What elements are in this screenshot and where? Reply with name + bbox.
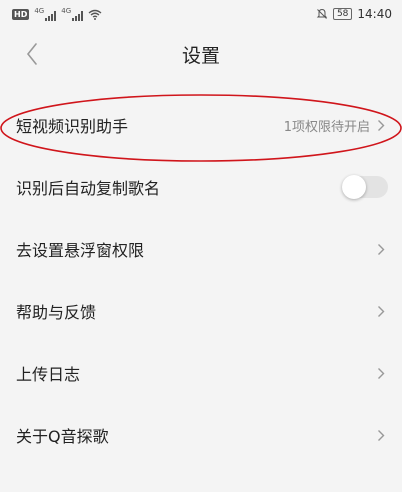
auto-copy-toggle[interactable] — [342, 175, 388, 199]
network-type-label: 4G — [34, 6, 45, 15]
chevron-right-icon — [376, 242, 386, 256]
status-time: 14:40 — [357, 7, 392, 21]
chevron-right-icon — [376, 428, 386, 442]
status-bar: HD 4G 4G 58 14:40 — [0, 0, 402, 28]
chevron-right-icon — [376, 304, 386, 318]
signal-icon — [45, 10, 57, 21]
status-bar-left: HD 4G 4G — [12, 6, 102, 21]
chevron-right-icon — [376, 366, 386, 380]
hd-badge: HD — [12, 8, 30, 20]
signal-group-2: 4G — [61, 6, 84, 21]
battery-icon: 58 — [332, 8, 353, 20]
setting-upload-logs[interactable]: 上传日志 — [0, 342, 402, 404]
chevron-right-icon — [376, 118, 386, 132]
setting-label: 关于Q音探歌 — [16, 427, 109, 446]
setting-label: 去设置悬浮窗权限 — [16, 241, 145, 260]
page-title: 设置 — [181, 44, 220, 67]
setting-label: 上传日志 — [16, 365, 81, 384]
signal-group-1: 4G — [34, 6, 57, 21]
setting-label: 识别后自动复制歌名 — [16, 179, 161, 198]
setting-about[interactable]: 关于Q音探歌 — [0, 404, 402, 466]
mute-icon — [316, 8, 328, 19]
setting-video-recognition-assistant[interactable]: 短视频识别助手 1项权限待开启 — [0, 94, 402, 156]
setting-label: 短视频识别助手 — [16, 117, 129, 136]
app-header: 设置 — [0, 28, 402, 80]
network-type-label: 4G — [61, 6, 72, 15]
signal-icon — [72, 10, 84, 21]
status-bar-right: 58 14:40 — [316, 7, 392, 21]
back-arrow-icon — [26, 43, 37, 65]
setting-floating-window-permission[interactable]: 去设置悬浮窗权限 — [0, 218, 402, 280]
setting-label: 帮助与反馈 — [16, 303, 97, 322]
back-button[interactable] — [18, 40, 46, 68]
setting-auto-copy-song-name: 识别后自动复制歌名 — [0, 156, 402, 218]
wifi-icon — [88, 9, 102, 20]
toggle-knob — [342, 175, 366, 199]
settings-screen: HD 4G 4G 58 14:40 设置 短视频识别助手 1项权限待开启 识别后… — [0, 0, 402, 492]
setting-help-feedback[interactable]: 帮助与反馈 — [0, 280, 402, 342]
setting-value: 1项权限待开启 — [283, 119, 370, 135]
settings-list: 短视频识别助手 1项权限待开启 识别后自动复制歌名 去设置悬浮窗权限 帮助与反馈 — [0, 94, 402, 466]
